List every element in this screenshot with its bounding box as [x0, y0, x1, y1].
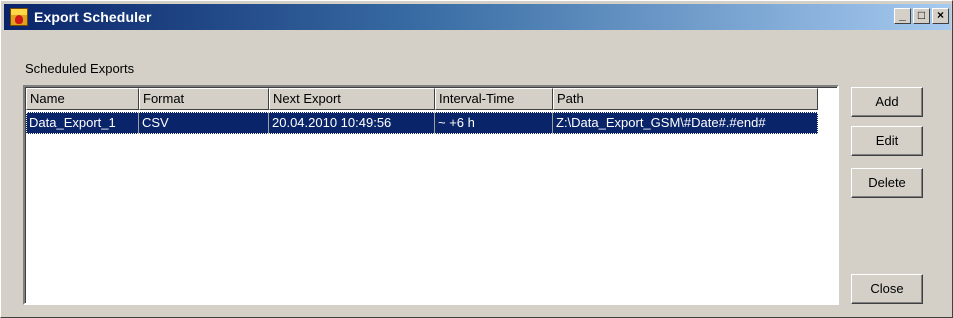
maximize-button[interactable]: □ [913, 8, 930, 24]
column-header-path[interactable]: Path [553, 88, 818, 110]
column-header-format[interactable]: Format [139, 88, 269, 110]
cell-next-export: 20.04.2010 10:49:56 [269, 112, 435, 134]
column-header-interval-time[interactable]: Interval-Time [435, 88, 553, 110]
table-row[interactable]: Data_Export_1 CSV 20.04.2010 10:49:56 ~ … [26, 112, 818, 134]
add-button[interactable]: Add [851, 87, 923, 117]
window-title: Export Scheduler [34, 9, 152, 25]
export-scheduler-window: Export Scheduler _ □ × Scheduled Exports… [0, 0, 953, 318]
close-window-button[interactable]: × [932, 8, 949, 24]
window-controls: _ □ × [894, 8, 949, 24]
scheduled-exports-list[interactable]: Name Format Next Export Interval-Time Pa… [23, 85, 839, 305]
close-button[interactable]: Close [851, 274, 923, 304]
list-rows: Data_Export_1 CSV 20.04.2010 10:49:56 ~ … [26, 112, 818, 134]
delete-button[interactable]: Delete [851, 168, 923, 198]
cell-name: Data_Export_1 [26, 112, 139, 134]
column-header-next-export[interactable]: Next Export [269, 88, 435, 110]
export-scheduler-icon [10, 8, 28, 26]
cell-interval-time: ~ +6 h [435, 112, 553, 134]
column-header-name[interactable]: Name [26, 88, 139, 110]
edit-button[interactable]: Edit [851, 126, 923, 156]
scheduled-exports-label: Scheduled Exports [25, 61, 135, 76]
cell-format: CSV [139, 112, 269, 134]
list-header: Name Format Next Export Interval-Time Pa… [26, 88, 818, 110]
title-bar[interactable]: Export Scheduler _ □ × [4, 4, 951, 30]
minimize-button[interactable]: _ [894, 8, 911, 24]
cell-path: Z:\Data_Export_GSM\#Date#.#end# [556, 115, 766, 130]
